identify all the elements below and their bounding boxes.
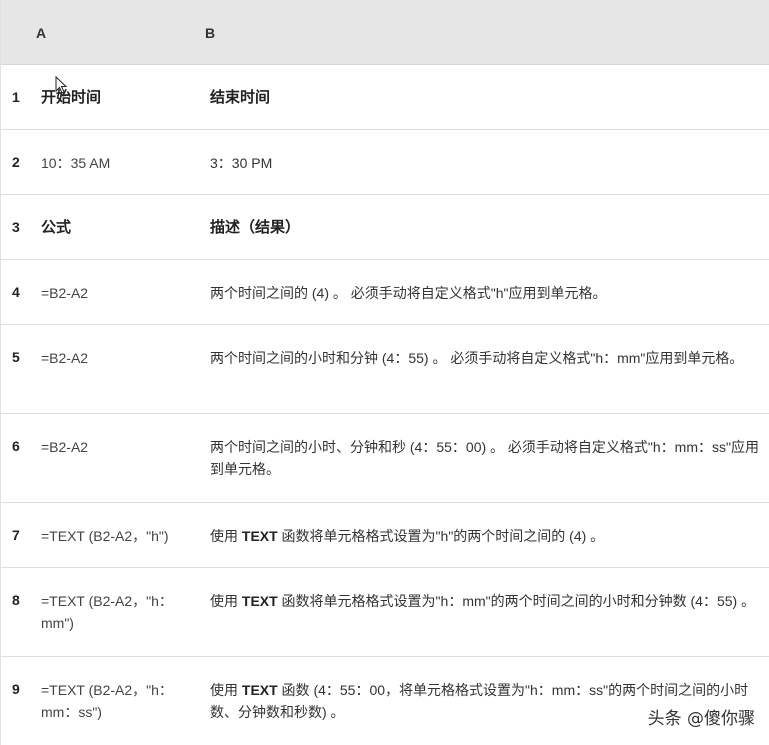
column-header-b[interactable]: B bbox=[205, 25, 215, 41]
table-row: 8 =TEXT (B2-A2，"h：mm") 使用 TEXT 函数将单元格格式设… bbox=[1, 568, 769, 657]
cell-a7[interactable]: =TEXT (B2-A2，"h") bbox=[41, 525, 201, 547]
row-number: 1 bbox=[12, 89, 20, 105]
cell-b7[interactable]: 使用 TEXT 函数将单元格格式设置为"h"的两个时间之间的 (4) 。 bbox=[210, 525, 760, 547]
table-row: 5 =B2-A2 两个时间之间的小时和分钟 (4：55) 。 必须手动将自定义格… bbox=[1, 325, 769, 414]
table-row: 9 =TEXT (B2-A2，"h：mm：ss") 使用 TEXT 函数 (4：… bbox=[1, 657, 769, 745]
table-row: 4 =B2-A2 两个时间之间的 (4) 。 必须手动将自定义格式"h"应用到单… bbox=[1, 260, 769, 325]
column-header-row: A B bbox=[1, 0, 769, 65]
cell-b5[interactable]: 两个时间之间的小时和分钟 (4：55) 。 必须手动将自定义格式"h：mm"应用… bbox=[210, 347, 760, 369]
column-header-a[interactable]: A bbox=[36, 25, 46, 41]
table-row: 7 =TEXT (B2-A2，"h") 使用 TEXT 函数将单元格格式设置为"… bbox=[1, 503, 769, 568]
row-number: 5 bbox=[12, 349, 20, 365]
row-number: 7 bbox=[12, 527, 20, 543]
table-row: 1 开始时间 结束时间 bbox=[1, 65, 769, 130]
cell-a8[interactable]: =TEXT (B2-A2，"h：mm") bbox=[41, 590, 191, 634]
spreadsheet-table: A B 1 开始时间 结束时间 2 10：35 AM 3：30 PM 3 公式 … bbox=[0, 0, 769, 745]
cell-a5[interactable]: =B2-A2 bbox=[41, 347, 201, 369]
row-number: 9 bbox=[12, 681, 20, 697]
table-row: 2 10：35 AM 3：30 PM bbox=[1, 130, 769, 195]
row-number: 4 bbox=[12, 284, 20, 300]
cell-a4[interactable]: =B2-A2 bbox=[41, 282, 201, 304]
cell-b8[interactable]: 使用 TEXT 函数将单元格格式设置为"h：mm"的两个时间之间的小时和分钟数 … bbox=[210, 590, 760, 612]
table-row: 3 公式 描述（结果） bbox=[1, 195, 769, 260]
row-number: 2 bbox=[12, 154, 20, 170]
table-row: 6 =B2-A2 两个时间之间的小时、分钟和秒 (4：55：00) 。 必须手动… bbox=[1, 414, 769, 503]
cell-b2[interactable]: 3：30 PM bbox=[210, 152, 760, 174]
cell-b6[interactable]: 两个时间之间的小时、分钟和秒 (4：55：00) 。 必须手动将自定义格式"h：… bbox=[210, 436, 760, 480]
row-number: 8 bbox=[12, 592, 20, 608]
cell-b3[interactable]: 描述（结果） bbox=[210, 217, 760, 239]
row-number: 6 bbox=[12, 438, 20, 454]
row-number: 3 bbox=[12, 219, 20, 235]
cell-a3[interactable]: 公式 bbox=[41, 217, 201, 239]
cell-b4[interactable]: 两个时间之间的 (4) 。 必须手动将自定义格式"h"应用到单元格。 bbox=[210, 282, 760, 304]
cell-b1[interactable]: 结束时间 bbox=[210, 87, 760, 109]
watermark: 头条 @傻你骤 bbox=[647, 709, 755, 729]
cell-a2[interactable]: 10：35 AM bbox=[41, 152, 201, 174]
cell-a9[interactable]: =TEXT (B2-A2，"h：mm：ss") bbox=[41, 679, 191, 723]
mouse-cursor-icon bbox=[55, 76, 67, 94]
cell-a6[interactable]: =B2-A2 bbox=[41, 436, 201, 458]
